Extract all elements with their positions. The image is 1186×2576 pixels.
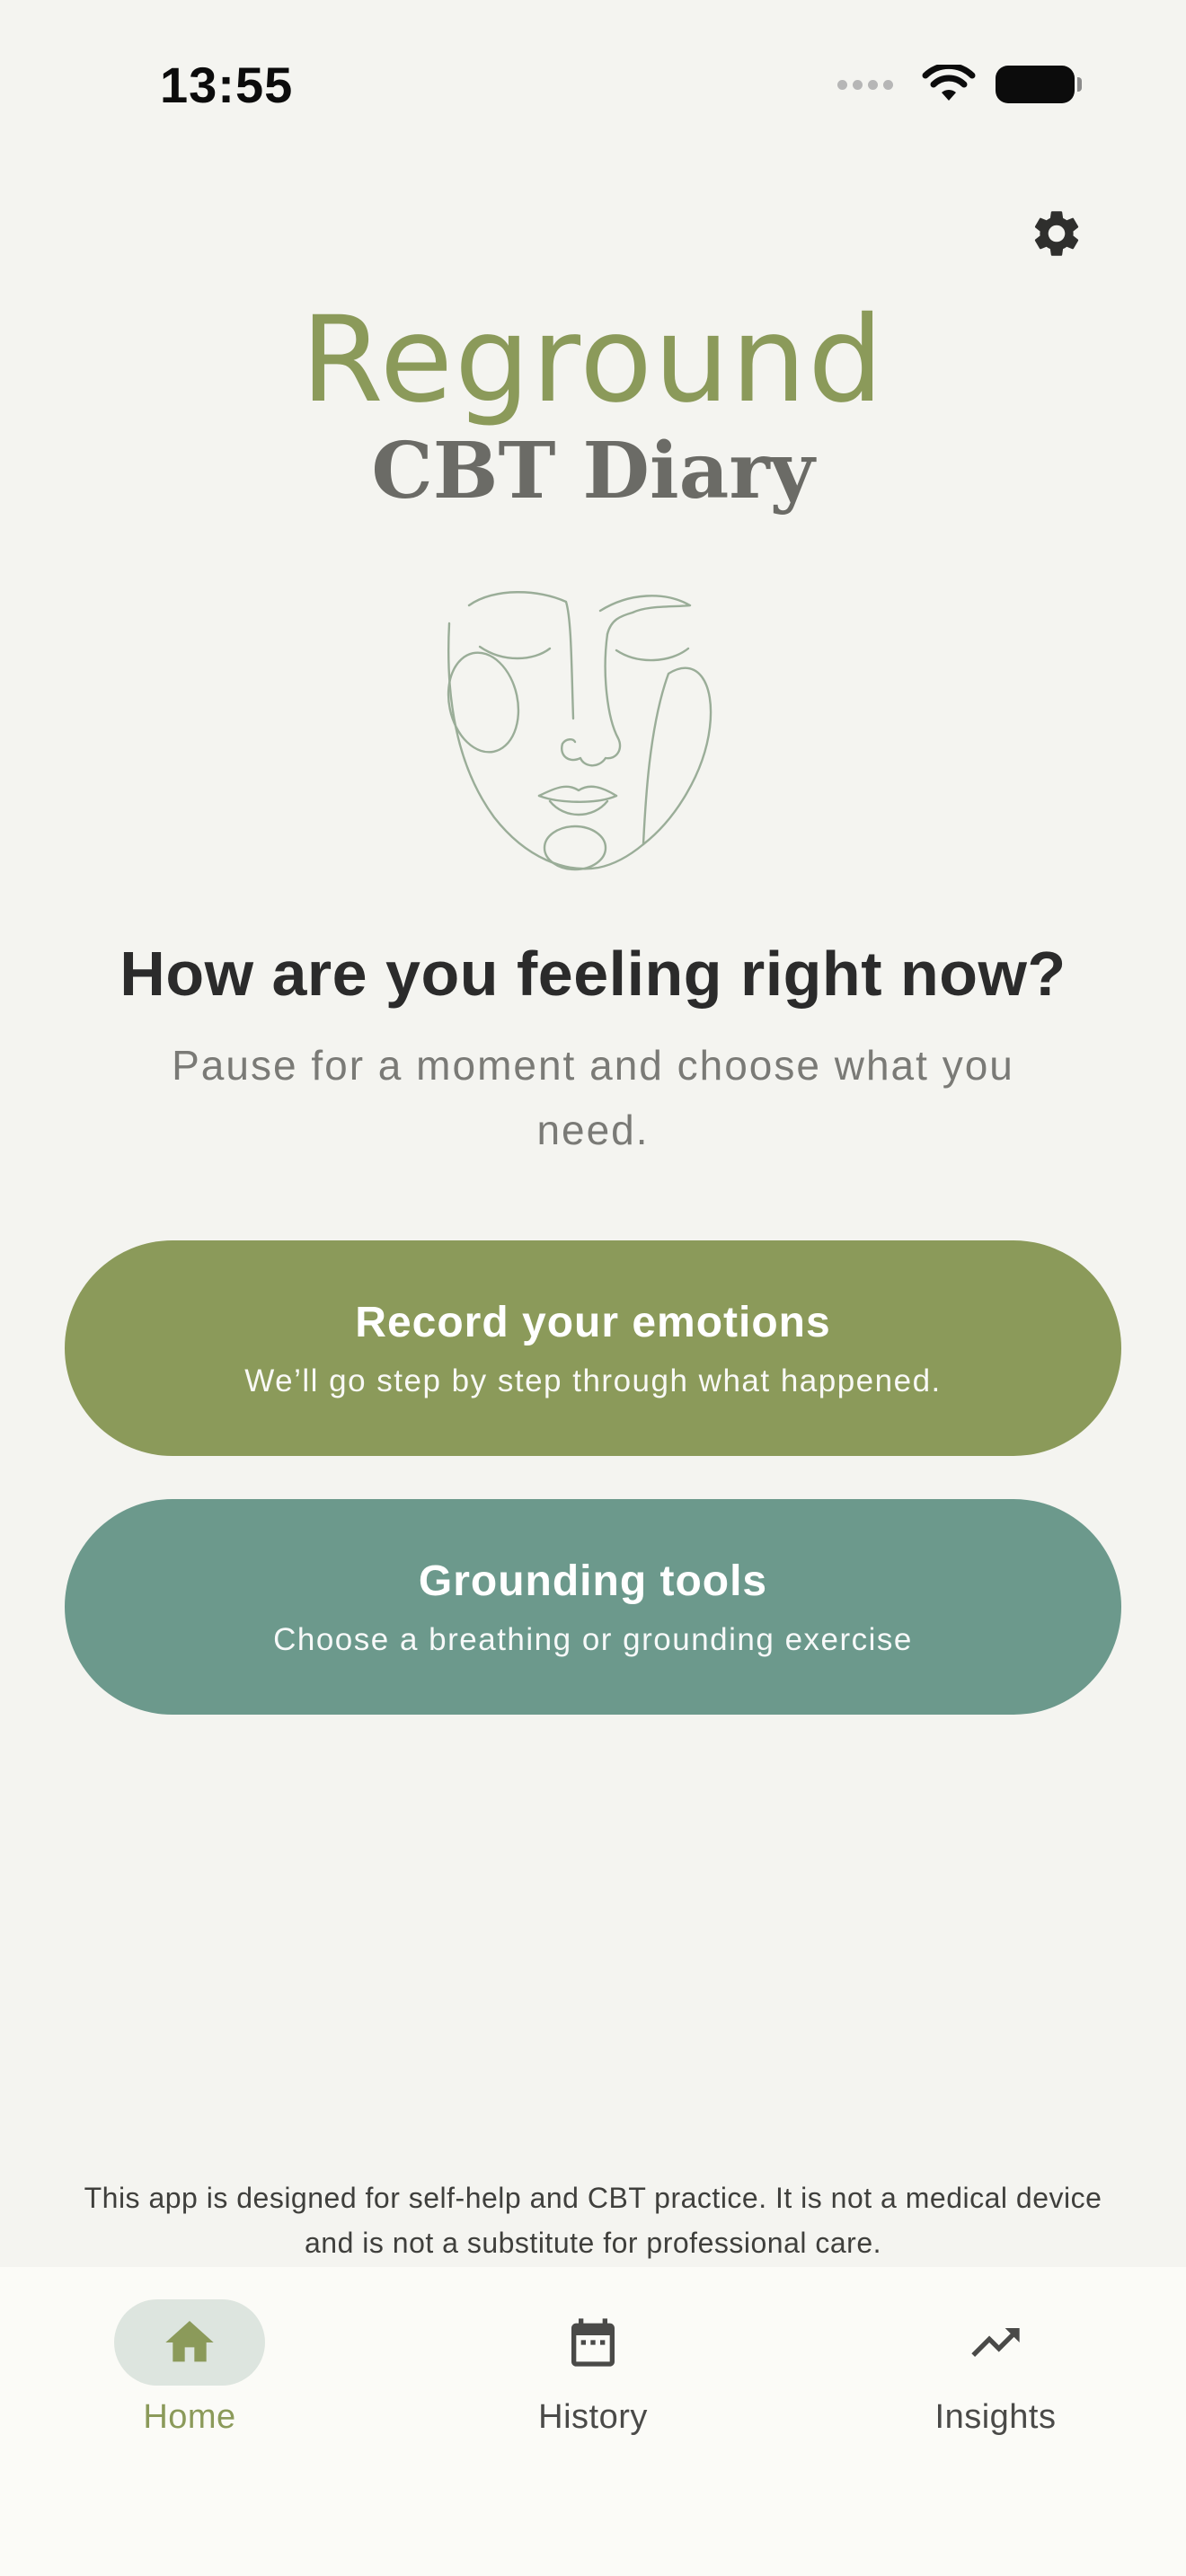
grounding-tools-button[interactable]: Grounding tools Choose a breathing or gr… <box>65 1499 1121 1715</box>
face-illustration <box>447 591 712 871</box>
nav-item-history[interactable]: History <box>458 2299 728 2437</box>
nav-home-pill <box>114 2299 265 2386</box>
cellular-signal-icon <box>837 79 893 90</box>
gear-icon <box>1034 211 1079 256</box>
trending-up-icon <box>971 2328 1020 2357</box>
nav-history-pill <box>518 2299 668 2386</box>
record-emotions-title: Record your emotions <box>355 1298 831 1346</box>
calendar-icon <box>571 2318 615 2367</box>
disclaimer-text: This app is designed for self-help and C… <box>84 2182 1102 2259</box>
nav-item-insights[interactable]: Insights <box>861 2299 1130 2437</box>
record-emotions-description: We’ll go step by step through what happe… <box>244 1363 942 1398</box>
status-icons <box>837 65 1082 104</box>
status-bar: 13:55 <box>0 0 1186 171</box>
status-time: 13:55 <box>160 57 294 113</box>
nav-label-history: History <box>538 2398 648 2436</box>
page-subhead: Pause for a moment and choose what you n… <box>172 1042 1014 1153</box>
nav-item-home[interactable]: Home <box>55 2299 324 2437</box>
battery-icon <box>996 66 1082 103</box>
nav-label-home: Home <box>143 2398 236 2436</box>
settings-button[interactable] <box>1024 201 1089 266</box>
app-subtitle: CBT Diary <box>371 426 815 516</box>
grounding-tools-title: Grounding tools <box>418 1557 768 1605</box>
nav-insights-pill <box>920 2299 1071 2386</box>
nav-label-insights: Insights <box>934 2398 1057 2436</box>
grounding-tools-description: Choose a breathing or grounding exercise <box>273 1621 913 1657</box>
bottom-nav: Home History Insights <box>0 2267 1186 2576</box>
page-headline: How are you feeling right now? <box>119 939 1067 1009</box>
wifi-icon <box>922 65 976 101</box>
record-emotions-button[interactable]: Record your emotions We’ll go step by st… <box>65 1240 1121 1456</box>
app-title: Reground <box>300 291 886 429</box>
home-icon <box>165 2321 214 2362</box>
